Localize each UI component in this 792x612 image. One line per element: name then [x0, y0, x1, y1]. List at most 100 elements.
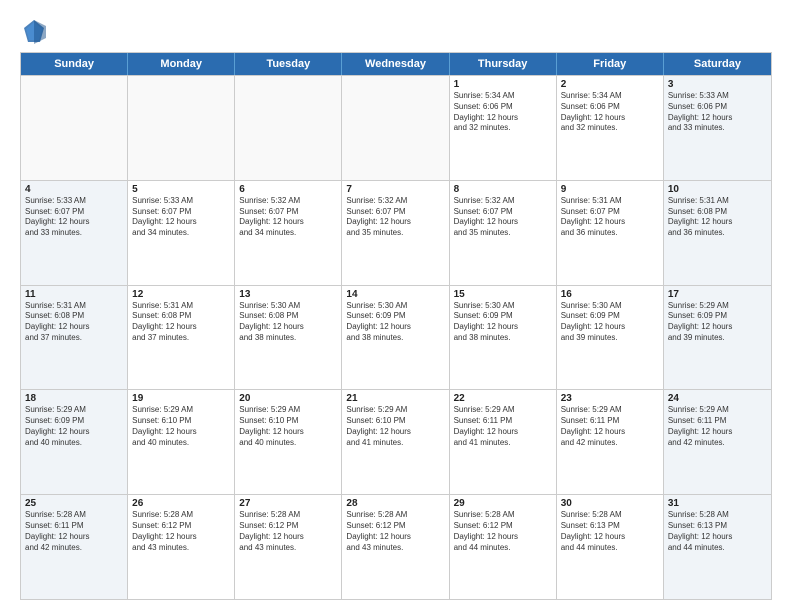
- cell-info: Sunrise: 5:29 AM Sunset: 6:10 PM Dayligh…: [239, 405, 337, 448]
- logo: [20, 18, 52, 46]
- calendar-row-1: 4Sunrise: 5:33 AM Sunset: 6:07 PM Daylig…: [21, 180, 771, 285]
- cell-info: Sunrise: 5:31 AM Sunset: 6:08 PM Dayligh…: [25, 301, 123, 344]
- day-number: 19: [132, 393, 230, 404]
- cell-info: Sunrise: 5:34 AM Sunset: 6:06 PM Dayligh…: [454, 91, 552, 134]
- logo-icon: [20, 18, 48, 46]
- day-number: 13: [239, 289, 337, 300]
- day-number: 30: [561, 498, 659, 509]
- day-number: 25: [25, 498, 123, 509]
- calendar-cell-11: 11Sunrise: 5:31 AM Sunset: 6:08 PM Dayli…: [21, 286, 128, 390]
- day-number: 23: [561, 393, 659, 404]
- cell-info: Sunrise: 5:29 AM Sunset: 6:11 PM Dayligh…: [668, 405, 767, 448]
- day-number: 29: [454, 498, 552, 509]
- calendar-cell-26: 26Sunrise: 5:28 AM Sunset: 6:12 PM Dayli…: [128, 495, 235, 599]
- day-number: 9: [561, 184, 659, 195]
- header-day-tuesday: Tuesday: [235, 53, 342, 75]
- day-number: 6: [239, 184, 337, 195]
- calendar-cell-9: 9Sunrise: 5:31 AM Sunset: 6:07 PM Daylig…: [557, 181, 664, 285]
- day-number: 26: [132, 498, 230, 509]
- calendar-cell-5: 5Sunrise: 5:33 AM Sunset: 6:07 PM Daylig…: [128, 181, 235, 285]
- day-number: 28: [346, 498, 444, 509]
- day-number: 24: [668, 393, 767, 404]
- header-day-friday: Friday: [557, 53, 664, 75]
- calendar-cell-3: 3Sunrise: 5:33 AM Sunset: 6:06 PM Daylig…: [664, 76, 771, 180]
- day-number: 10: [668, 184, 767, 195]
- header-day-saturday: Saturday: [664, 53, 771, 75]
- calendar-cell-21: 21Sunrise: 5:29 AM Sunset: 6:10 PM Dayli…: [342, 390, 449, 494]
- calendar-cell-empty-0: [21, 76, 128, 180]
- cell-info: Sunrise: 5:28 AM Sunset: 6:11 PM Dayligh…: [25, 510, 123, 553]
- calendar-cell-31: 31Sunrise: 5:28 AM Sunset: 6:13 PM Dayli…: [664, 495, 771, 599]
- calendar-header: SundayMondayTuesdayWednesdayThursdayFrid…: [21, 53, 771, 75]
- cell-info: Sunrise: 5:32 AM Sunset: 6:07 PM Dayligh…: [239, 196, 337, 239]
- calendar-cell-16: 16Sunrise: 5:30 AM Sunset: 6:09 PM Dayli…: [557, 286, 664, 390]
- day-number: 20: [239, 393, 337, 404]
- cell-info: Sunrise: 5:29 AM Sunset: 6:09 PM Dayligh…: [25, 405, 123, 448]
- calendar-cell-empty-2: [235, 76, 342, 180]
- cell-info: Sunrise: 5:33 AM Sunset: 6:06 PM Dayligh…: [668, 91, 767, 134]
- calendar-cell-13: 13Sunrise: 5:30 AM Sunset: 6:08 PM Dayli…: [235, 286, 342, 390]
- cell-info: Sunrise: 5:31 AM Sunset: 6:08 PM Dayligh…: [132, 301, 230, 344]
- cell-info: Sunrise: 5:30 AM Sunset: 6:09 PM Dayligh…: [346, 301, 444, 344]
- cell-info: Sunrise: 5:30 AM Sunset: 6:09 PM Dayligh…: [561, 301, 659, 344]
- calendar-cell-7: 7Sunrise: 5:32 AM Sunset: 6:07 PM Daylig…: [342, 181, 449, 285]
- day-number: 3: [668, 79, 767, 90]
- cell-info: Sunrise: 5:29 AM Sunset: 6:09 PM Dayligh…: [668, 301, 767, 344]
- calendar-cell-25: 25Sunrise: 5:28 AM Sunset: 6:11 PM Dayli…: [21, 495, 128, 599]
- header-day-thursday: Thursday: [450, 53, 557, 75]
- cell-info: Sunrise: 5:29 AM Sunset: 6:10 PM Dayligh…: [346, 405, 444, 448]
- cell-info: Sunrise: 5:30 AM Sunset: 6:09 PM Dayligh…: [454, 301, 552, 344]
- calendar-cell-empty-3: [342, 76, 449, 180]
- cell-info: Sunrise: 5:28 AM Sunset: 6:12 PM Dayligh…: [454, 510, 552, 553]
- cell-info: Sunrise: 5:31 AM Sunset: 6:08 PM Dayligh…: [668, 196, 767, 239]
- cell-info: Sunrise: 5:31 AM Sunset: 6:07 PM Dayligh…: [561, 196, 659, 239]
- day-number: 8: [454, 184, 552, 195]
- calendar-row-4: 25Sunrise: 5:28 AM Sunset: 6:11 PM Dayli…: [21, 494, 771, 599]
- cell-info: Sunrise: 5:28 AM Sunset: 6:13 PM Dayligh…: [561, 510, 659, 553]
- calendar-body: 1Sunrise: 5:34 AM Sunset: 6:06 PM Daylig…: [21, 75, 771, 599]
- calendar-cell-17: 17Sunrise: 5:29 AM Sunset: 6:09 PM Dayli…: [664, 286, 771, 390]
- calendar-cell-8: 8Sunrise: 5:32 AM Sunset: 6:07 PM Daylig…: [450, 181, 557, 285]
- calendar-row-2: 11Sunrise: 5:31 AM Sunset: 6:08 PM Dayli…: [21, 285, 771, 390]
- cell-info: Sunrise: 5:29 AM Sunset: 6:11 PM Dayligh…: [454, 405, 552, 448]
- day-number: 22: [454, 393, 552, 404]
- calendar-row-0: 1Sunrise: 5:34 AM Sunset: 6:06 PM Daylig…: [21, 75, 771, 180]
- day-number: 27: [239, 498, 337, 509]
- cell-info: Sunrise: 5:33 AM Sunset: 6:07 PM Dayligh…: [132, 196, 230, 239]
- cell-info: Sunrise: 5:32 AM Sunset: 6:07 PM Dayligh…: [454, 196, 552, 239]
- day-number: 5: [132, 184, 230, 195]
- calendar-cell-20: 20Sunrise: 5:29 AM Sunset: 6:10 PM Dayli…: [235, 390, 342, 494]
- day-number: 31: [668, 498, 767, 509]
- cell-info: Sunrise: 5:28 AM Sunset: 6:12 PM Dayligh…: [346, 510, 444, 553]
- calendar-cell-1: 1Sunrise: 5:34 AM Sunset: 6:06 PM Daylig…: [450, 76, 557, 180]
- calendar-cell-10: 10Sunrise: 5:31 AM Sunset: 6:08 PM Dayli…: [664, 181, 771, 285]
- calendar-cell-14: 14Sunrise: 5:30 AM Sunset: 6:09 PM Dayli…: [342, 286, 449, 390]
- calendar-cell-29: 29Sunrise: 5:28 AM Sunset: 6:12 PM Dayli…: [450, 495, 557, 599]
- calendar-cell-6: 6Sunrise: 5:32 AM Sunset: 6:07 PM Daylig…: [235, 181, 342, 285]
- calendar-cell-19: 19Sunrise: 5:29 AM Sunset: 6:10 PM Dayli…: [128, 390, 235, 494]
- day-number: 1: [454, 79, 552, 90]
- calendar-cell-28: 28Sunrise: 5:28 AM Sunset: 6:12 PM Dayli…: [342, 495, 449, 599]
- calendar-cell-15: 15Sunrise: 5:30 AM Sunset: 6:09 PM Dayli…: [450, 286, 557, 390]
- calendar-cell-22: 22Sunrise: 5:29 AM Sunset: 6:11 PM Dayli…: [450, 390, 557, 494]
- calendar-cell-12: 12Sunrise: 5:31 AM Sunset: 6:08 PM Dayli…: [128, 286, 235, 390]
- day-number: 14: [346, 289, 444, 300]
- day-number: 21: [346, 393, 444, 404]
- day-number: 18: [25, 393, 123, 404]
- cell-info: Sunrise: 5:30 AM Sunset: 6:08 PM Dayligh…: [239, 301, 337, 344]
- header-day-monday: Monday: [128, 53, 235, 75]
- day-number: 17: [668, 289, 767, 300]
- calendar-cell-30: 30Sunrise: 5:28 AM Sunset: 6:13 PM Dayli…: [557, 495, 664, 599]
- cell-info: Sunrise: 5:28 AM Sunset: 6:13 PM Dayligh…: [668, 510, 767, 553]
- calendar-cell-4: 4Sunrise: 5:33 AM Sunset: 6:07 PM Daylig…: [21, 181, 128, 285]
- calendar: SundayMondayTuesdayWednesdayThursdayFrid…: [20, 52, 772, 600]
- calendar-cell-2: 2Sunrise: 5:34 AM Sunset: 6:06 PM Daylig…: [557, 76, 664, 180]
- day-number: 7: [346, 184, 444, 195]
- calendar-cell-18: 18Sunrise: 5:29 AM Sunset: 6:09 PM Dayli…: [21, 390, 128, 494]
- calendar-cell-23: 23Sunrise: 5:29 AM Sunset: 6:11 PM Dayli…: [557, 390, 664, 494]
- calendar-cell-24: 24Sunrise: 5:29 AM Sunset: 6:11 PM Dayli…: [664, 390, 771, 494]
- header-day-wednesday: Wednesday: [342, 53, 449, 75]
- calendar-cell-27: 27Sunrise: 5:28 AM Sunset: 6:12 PM Dayli…: [235, 495, 342, 599]
- header-day-sunday: Sunday: [21, 53, 128, 75]
- cell-info: Sunrise: 5:29 AM Sunset: 6:10 PM Dayligh…: [132, 405, 230, 448]
